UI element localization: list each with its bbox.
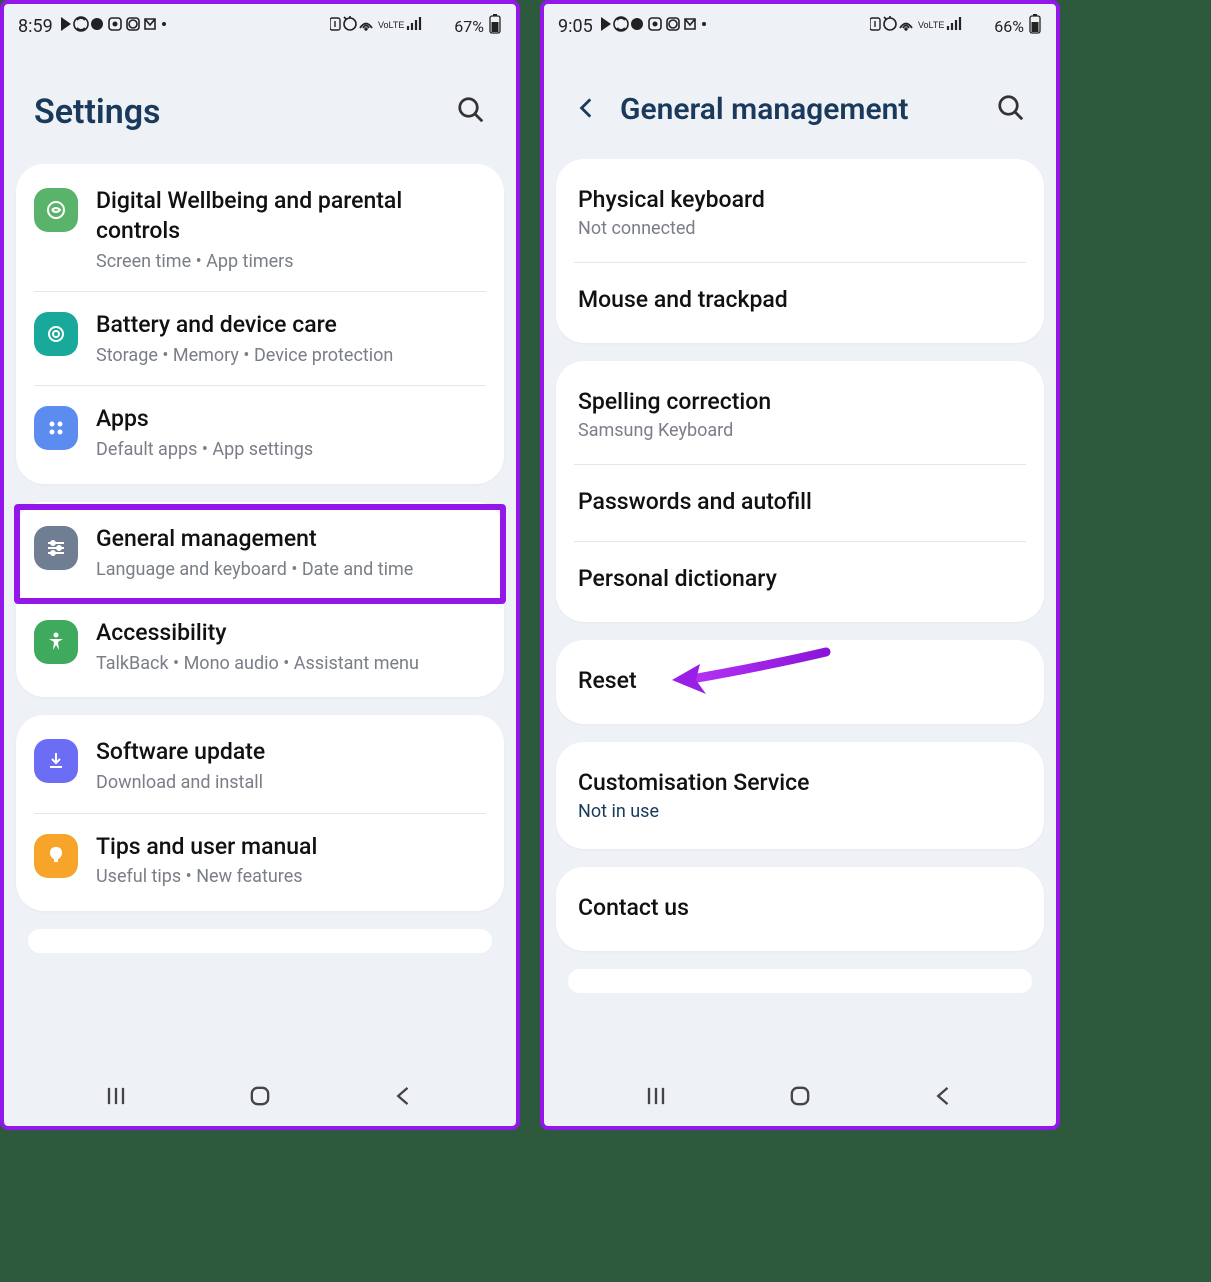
nav-recents[interactable]	[102, 1082, 130, 1114]
device-care-icon	[34, 312, 78, 356]
row-physical-keyboard[interactable]: Physical keyboard Not connected	[556, 163, 1044, 262]
page-title: General management	[620, 92, 908, 127]
row-title: General management	[96, 524, 486, 554]
row-sub: Not in use	[578, 800, 1022, 823]
svg-text:VoLTE: VoLTE	[378, 20, 404, 30]
wellbeing-icon	[34, 188, 78, 232]
battery-text: 67%	[454, 17, 484, 36]
row-sub: TalkBack • Mono audio • Assistant menu	[96, 652, 486, 675]
gm-group: Spelling correction Samsung Keyboard Pas…	[556, 361, 1044, 622]
settings-list: Digital Wellbeing and parental controls …	[4, 164, 516, 1066]
row-tips[interactable]: Tips and user manual Useful tips • New f…	[16, 814, 504, 907]
row-title: Physical keyboard	[578, 185, 1022, 215]
row-digital-wellbeing[interactable]: Digital Wellbeing and parental controls …	[16, 168, 504, 291]
search-icon[interactable]	[996, 93, 1026, 127]
gm-group: Reset	[556, 640, 1044, 724]
battery-icon	[488, 14, 502, 38]
row-title: Apps	[96, 404, 486, 434]
row-sub: Samsung Keyboard	[578, 419, 1022, 442]
row-accessibility[interactable]: Accessibility TalkBack • Mono audio • As…	[16, 600, 504, 693]
row-spelling-correction[interactable]: Spelling correction Samsung Keyboard	[556, 365, 1044, 464]
row-sub: Storage • Memory • Device protection	[96, 344, 486, 367]
row-apps[interactable]: Apps Default apps • App settings	[16, 386, 504, 479]
row-sub: Useful tips • New features	[96, 865, 486, 888]
row-title: Passwords and autofill	[578, 487, 1022, 517]
row-reset[interactable]: Reset	[556, 644, 1044, 720]
phone-left: 8:59 VoLTE 67% Settings	[0, 0, 520, 1130]
status-icons-left	[599, 15, 709, 38]
status-time: 9:05	[558, 16, 593, 37]
row-passwords-autofill[interactable]: Passwords and autofill	[556, 465, 1044, 541]
nav-home[interactable]	[786, 1082, 814, 1114]
row-title: Customisation Service	[578, 768, 1022, 798]
nav-back[interactable]	[930, 1082, 958, 1114]
row-sub: Not connected	[578, 217, 1022, 240]
status-icons-right: VoLTE	[330, 15, 450, 37]
phone-right: 9:05 VoLTE 66% General management	[540, 0, 1060, 1130]
status-bar: 8:59 VoLTE 67%	[4, 4, 516, 44]
nav-bar	[544, 1066, 1056, 1126]
gm-group: Customisation Service Not in use	[556, 742, 1044, 849]
svg-text:VoLTE: VoLTE	[918, 20, 944, 30]
row-title: Tips and user manual	[96, 832, 486, 862]
row-title: Digital Wellbeing and parental controls	[96, 186, 486, 246]
nav-bar	[4, 1066, 516, 1126]
tips-icon	[34, 834, 78, 878]
search-icon[interactable]	[456, 95, 486, 129]
row-mouse-trackpad[interactable]: Mouse and trackpad	[556, 263, 1044, 339]
apps-icon	[34, 406, 78, 450]
row-title: Software update	[96, 737, 486, 767]
header: Settings	[4, 44, 516, 164]
settings-group: Software update Download and install Tip…	[16, 715, 504, 911]
row-title: Accessibility	[96, 618, 486, 648]
row-sub: Default apps • App settings	[96, 438, 486, 461]
status-left: 9:05	[558, 15, 709, 38]
back-icon[interactable]	[574, 95, 600, 125]
peek-card	[568, 969, 1032, 993]
nav-home[interactable]	[246, 1082, 274, 1114]
row-title: Spelling correction	[578, 387, 1022, 417]
row-contact-us[interactable]: Contact us	[556, 871, 1044, 947]
row-software-update[interactable]: Software update Download and install	[16, 719, 504, 812]
gm-group: Physical keyboard Not connected Mouse an…	[556, 159, 1044, 343]
row-personal-dictionary[interactable]: Personal dictionary	[556, 542, 1044, 618]
row-sub: Download and install	[96, 771, 486, 794]
row-title: Contact us	[578, 893, 1022, 923]
battery-text: 66%	[994, 17, 1024, 36]
row-title: Reset	[578, 666, 1022, 696]
nav-back[interactable]	[390, 1082, 418, 1114]
status-icons-right: VoLTE	[870, 15, 990, 37]
status-right: VoLTE 67%	[330, 14, 502, 38]
gm-group: Contact us	[556, 867, 1044, 951]
row-customisation-service[interactable]: Customisation Service Not in use	[556, 746, 1044, 845]
page-title: Settings	[34, 92, 161, 132]
row-general-management[interactable]: General management Language and keyboard…	[16, 506, 504, 599]
row-title: Personal dictionary	[578, 564, 1022, 594]
status-bar: 9:05 VoLTE 66%	[544, 4, 1056, 44]
row-sub: Language and keyboard • Date and time	[96, 558, 486, 581]
status-icons-left	[59, 15, 169, 38]
row-sub: Screen time • App timers	[96, 250, 486, 273]
software-update-icon	[34, 739, 78, 783]
battery-icon	[1028, 14, 1042, 38]
settings-group: General management Language and keyboard…	[16, 502, 504, 698]
row-title: Battery and device care	[96, 310, 486, 340]
status-right: VoLTE 66%	[870, 14, 1042, 38]
row-title: Mouse and trackpad	[578, 285, 1022, 315]
settings-group: Digital Wellbeing and parental controls …	[16, 164, 504, 484]
row-battery-care[interactable]: Battery and device care Storage • Memory…	[16, 292, 504, 385]
accessibility-icon	[34, 620, 78, 664]
gm-list: Physical keyboard Not connected Mouse an…	[544, 159, 1056, 1066]
header: General management	[544, 44, 1056, 159]
status-left: 8:59	[18, 15, 169, 38]
nav-recents[interactable]	[642, 1082, 670, 1114]
status-time: 8:59	[18, 16, 53, 37]
general-management-icon	[34, 526, 78, 570]
peek-card	[28, 929, 492, 953]
